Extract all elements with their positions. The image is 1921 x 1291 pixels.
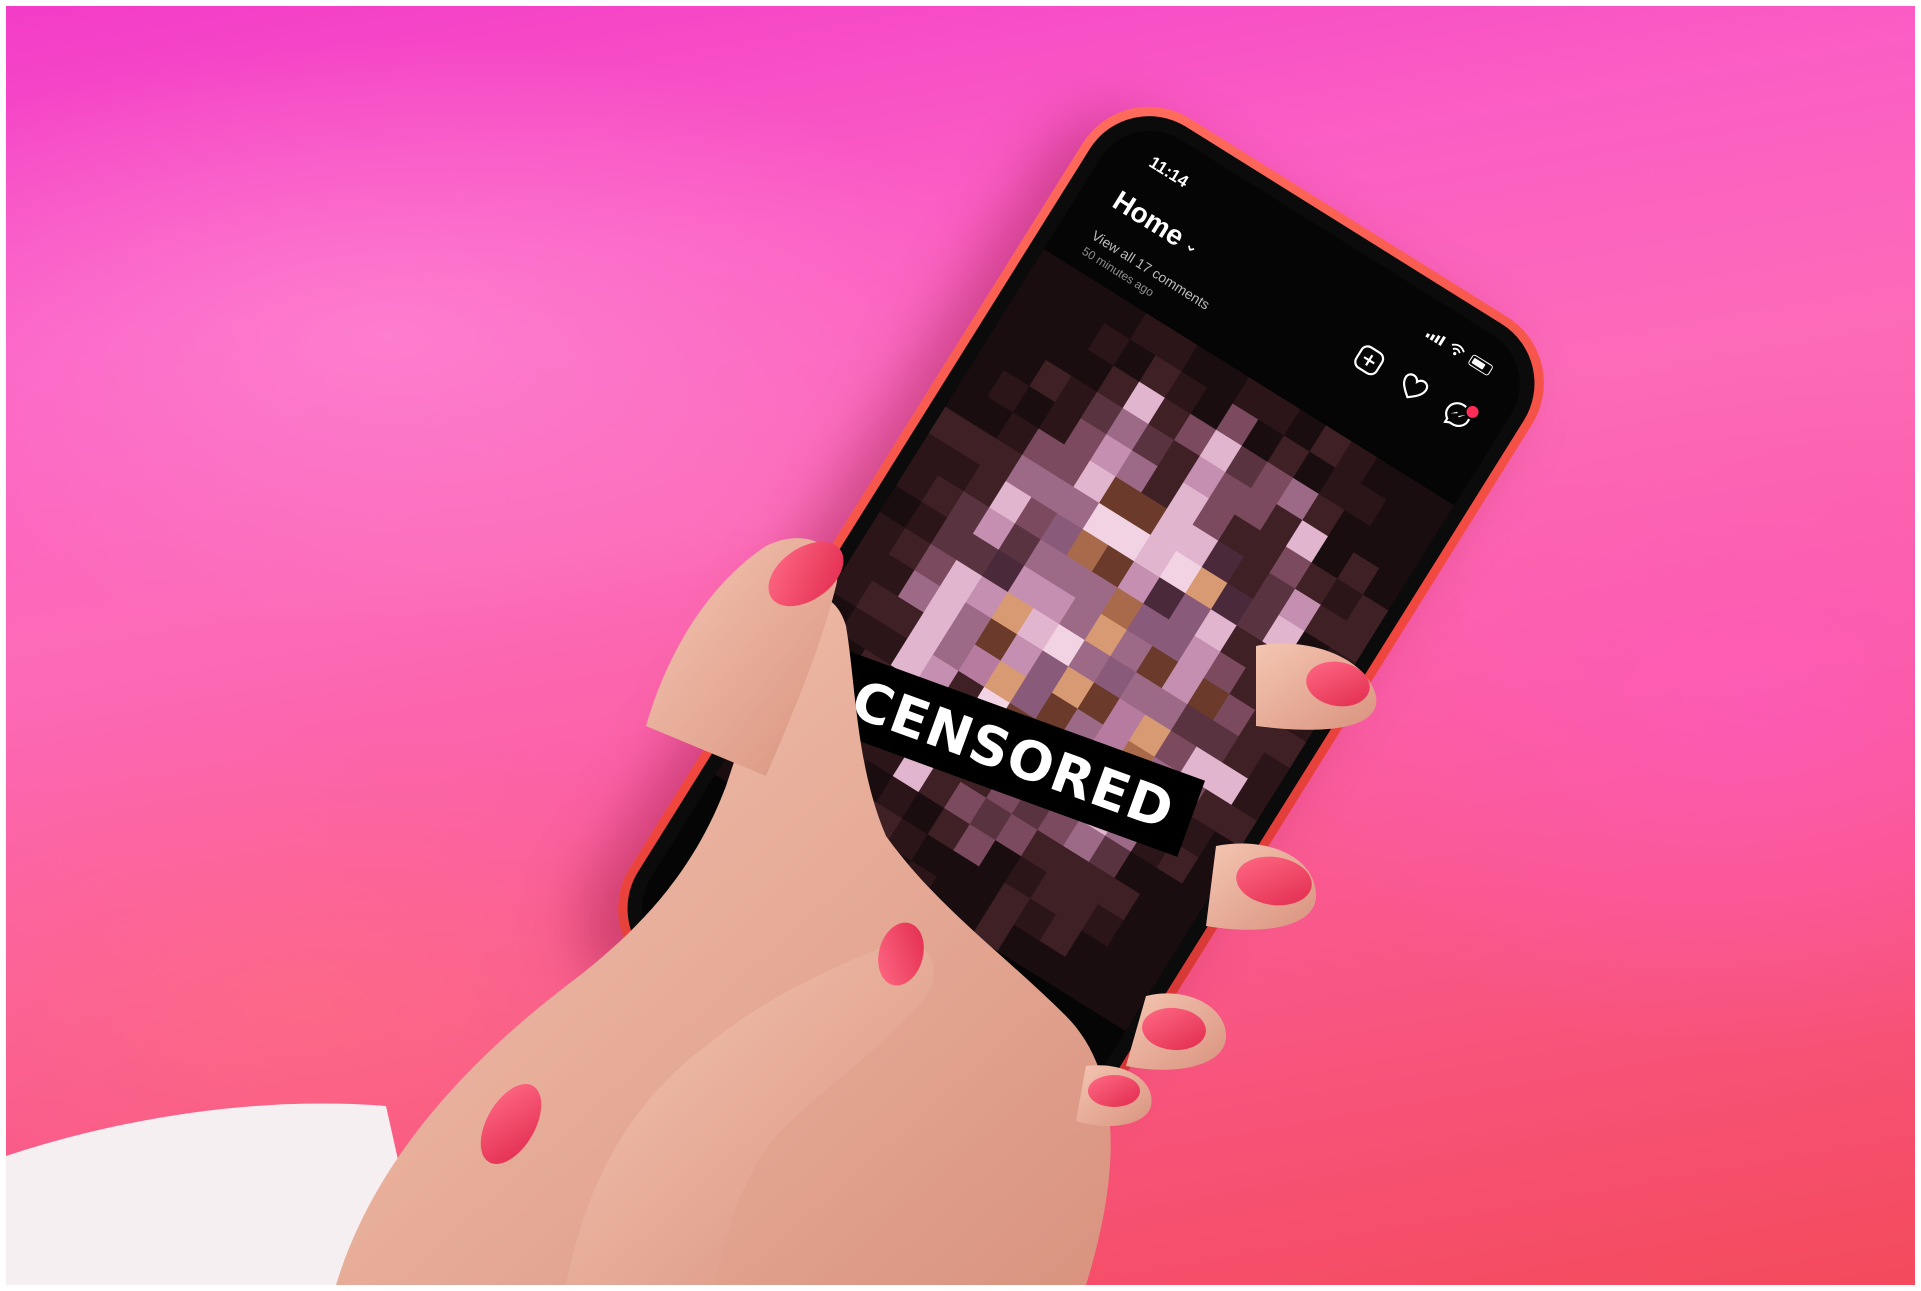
- reels-icon: [841, 989, 872, 1020]
- pinky-nail: [480, 1084, 542, 1164]
- shop-icon: [918, 1040, 947, 1069]
- create-post-icon: [1354, 345, 1385, 376]
- status-time: 11:14: [1145, 152, 1192, 192]
- profile-avatar: [991, 1079, 1028, 1116]
- messages-button[interactable]: [1437, 395, 1484, 436]
- tab-shop[interactable]: [913, 1032, 954, 1073]
- chevron-down-icon: ⌄: [1181, 235, 1203, 258]
- signal-icon: [1425, 328, 1446, 346]
- phone-screen: 11:14 Home ⌄ View all 17 comments 50 min…: [620, 109, 1542, 1183]
- photo: 11:14 Home ⌄ View all 17 comments 50 min…: [6, 6, 1915, 1285]
- phone-bezel: 11:14 Home ⌄ View all 17 comments 50 min…: [601, 89, 1561, 1203]
- tab-reels[interactable]: [836, 984, 877, 1025]
- tab-profile[interactable]: [989, 1079, 1030, 1121]
- battery-icon: [1467, 353, 1494, 377]
- active-tab-dot: [688, 921, 698, 931]
- smartphone: 11:14 Home ⌄ View all 17 comments 50 min…: [588, 77, 1574, 1215]
- tab-home[interactable]: [683, 888, 724, 931]
- home-icon: [687, 899, 714, 925]
- activity-button[interactable]: [1393, 367, 1434, 408]
- heart-icon: [1402, 373, 1429, 399]
- create-post-button[interactable]: [1349, 340, 1390, 381]
- status-icons: [1425, 327, 1494, 377]
- search-icon: [769, 943, 790, 974]
- white-sleeve: [6, 1103, 426, 1285]
- tab-search[interactable]: [759, 936, 800, 977]
- wifi-icon: [1451, 343, 1465, 356]
